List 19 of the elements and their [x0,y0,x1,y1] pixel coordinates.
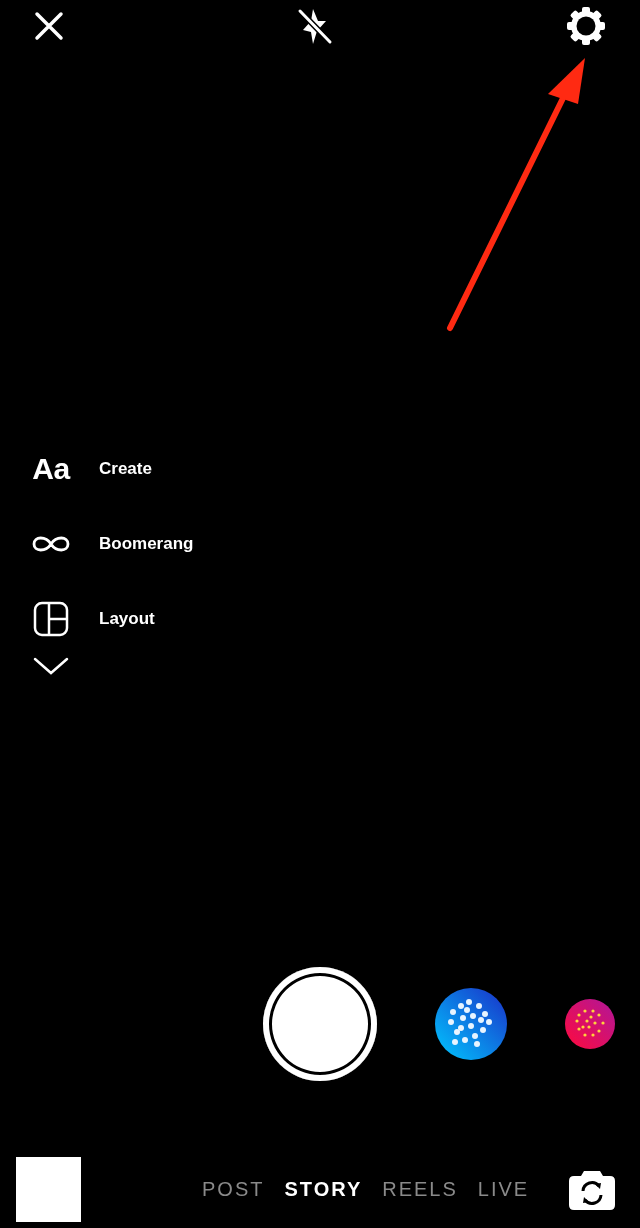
camera-mode-item[interactable]: Aa Create [0,431,640,506]
camera-mode-item[interactable]: Layout [0,581,640,656]
flash-off-icon [296,6,334,46]
effect-thumbnail[interactable] [435,988,507,1060]
text-icon: Aa [32,451,70,486]
mode-tab[interactable]: STORY [284,1177,363,1201]
effect-thumbnail[interactable] [565,999,615,1049]
mode-tab[interactable]: LIVE [477,1177,530,1201]
gallery-thumbnail[interactable] [16,1156,81,1222]
layout-icon [33,600,69,637]
flash-off-button[interactable] [296,6,334,46]
settings-icon [566,6,606,46]
settings-button[interactable] [566,6,606,46]
close-icon [34,11,64,41]
mode-tab[interactable]: REELS [382,1177,458,1201]
close-button[interactable] [34,11,64,41]
camera-mode-item[interactable]: Boomerang [0,506,640,581]
chevron-down-icon [33,656,69,676]
mode-tab[interactable]: POST [202,1177,265,1201]
